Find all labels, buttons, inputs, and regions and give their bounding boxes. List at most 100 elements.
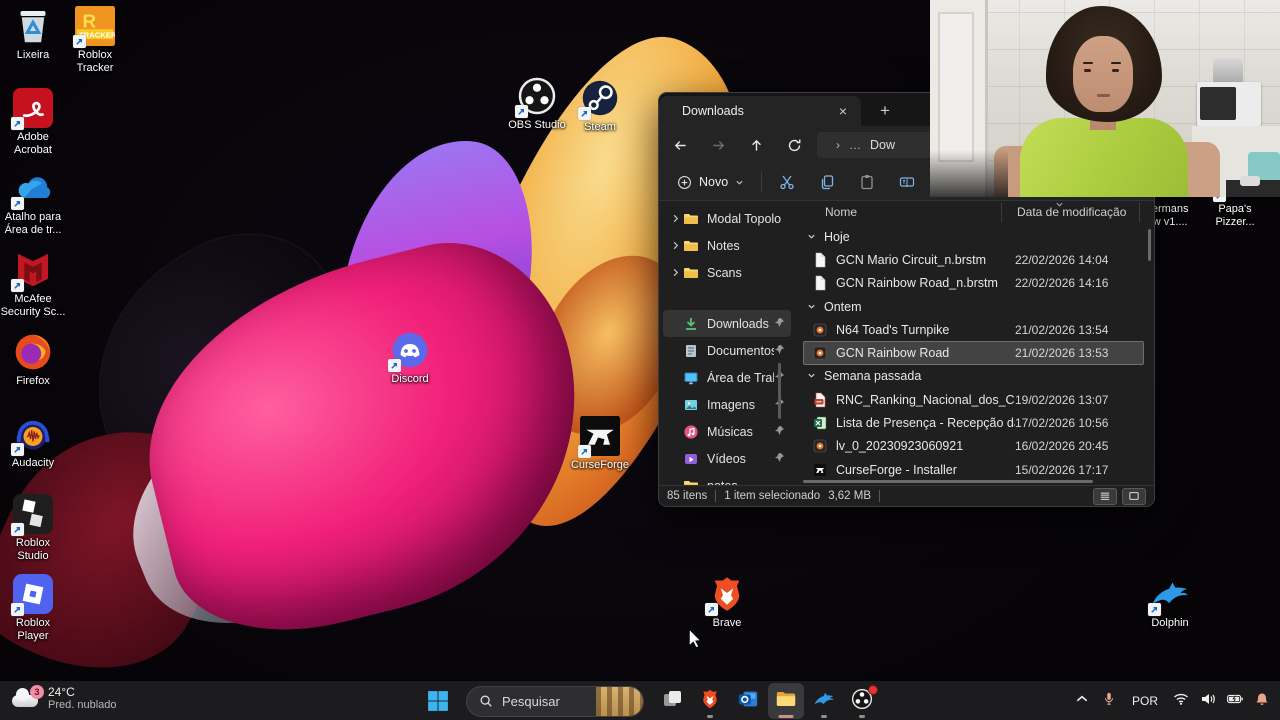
desktop-icon-steam[interactable]: Steam xyxy=(567,78,633,134)
selection-size: 3,62 MB xyxy=(828,490,872,502)
running-indicator xyxy=(707,715,713,718)
taskbar-app-obs-studio[interactable] xyxy=(844,683,880,719)
refresh-button[interactable] xyxy=(781,132,807,158)
sidebar: Modal Topolo Notes Scans Downloads Documento… xyxy=(659,201,795,485)
paste-icon[interactable] xyxy=(853,170,881,194)
tray-volume[interactable] xyxy=(1198,687,1218,715)
desktop-icon-lixeira[interactable]: Lixeira xyxy=(0,6,66,62)
file-name: GCN Mario Circuit_n.brstm xyxy=(836,252,987,267)
sidebar-item-documentos[interactable]: Documentos xyxy=(663,337,791,364)
file-row-lista-de-presen-a-recep-o-da-p-s-att[interactable]: Lista de Presença - Recepção da PÓS (Att… xyxy=(803,411,1144,434)
tray-tray-expand[interactable] xyxy=(1072,687,1092,715)
shortcut-arrow-icon xyxy=(11,197,24,210)
weather-widget[interactable]: 3 24°C Pred. nublado xyxy=(6,684,123,713)
tray-notifications[interactable] xyxy=(1252,687,1272,715)
group-label: Semana passada xyxy=(824,369,922,384)
desktop-icon-adobe-acrobat[interactable]: Adobe Acrobat xyxy=(0,88,66,157)
column-name[interactable]: Nome xyxy=(825,205,857,219)
new-tab-button[interactable]: + xyxy=(873,99,897,123)
sidebar-item-label: Downloads xyxy=(707,316,769,331)
details-view-button[interactable] xyxy=(1093,487,1117,505)
file-row-curseforge-installer[interactable]: CurseForge - Installer 15/02/2026 17:17 xyxy=(803,458,1144,481)
search-box[interactable]: Pesquisar xyxy=(466,685,644,717)
file-row-gcn-rainbow-road[interactable]: GCN Rainbow Road 21/02/2026 13:53 xyxy=(803,341,1144,365)
file-row-gcn-mario-circuit-n-brstm[interactable]: GCN Mario Circuit_n.brstm 22/02/2026 14:0… xyxy=(803,248,1144,271)
breadcrumb-more[interactable]: … xyxy=(849,138,861,152)
new-button[interactable]: Novo xyxy=(667,168,754,196)
file-row-gcn-rainbow-road-n-brstm[interactable]: GCN Rainbow Road_n.brstm 22/02/2026 14:16 xyxy=(803,272,1144,295)
shortcut-arrow-icon xyxy=(73,35,86,48)
tab-downloads[interactable]: Downloads × xyxy=(659,96,861,126)
tray-battery[interactable] xyxy=(1225,687,1245,715)
taskbar-app-task-view[interactable] xyxy=(654,683,690,719)
sidebar-scrollbar[interactable] xyxy=(778,363,781,419)
tray-language[interactable]: POR xyxy=(1126,687,1164,715)
desktop-icon-atalho-para-rea-de-tr[interactable]: Atalho para Área de tr... xyxy=(0,168,66,237)
desktop-icon-audacity[interactable]: Audacity xyxy=(0,414,66,470)
sidebar-item-notes[interactable]: Notes xyxy=(663,232,791,259)
desktop-icon-discord[interactable]: Discord xyxy=(377,330,443,386)
file-row-lv-0-20230923060921[interactable]: lv_0_20230923060921 16/02/2026 20:45 xyxy=(803,435,1144,458)
taskbar-app-dolphin[interactable] xyxy=(806,683,842,719)
icons-view-button[interactable] xyxy=(1122,487,1146,505)
expand-chevron-icon[interactable] xyxy=(667,214,683,223)
tray-microphone[interactable] xyxy=(1099,687,1119,715)
tray-wifi[interactable] xyxy=(1171,687,1191,715)
volume-icon xyxy=(1200,692,1216,711)
file-row-n64-toad-s-turnpike[interactable]: N64 Toad's Turnpike 21/02/2026 13:54 xyxy=(803,318,1144,341)
sidebar-item-m-sicas[interactable]: Músicas xyxy=(663,418,791,445)
taskbar-app-brave[interactable] xyxy=(692,683,728,719)
desktop-icon-roblox-studio[interactable]: Roblox Studio xyxy=(0,494,66,563)
running-indicator xyxy=(778,715,794,718)
desktop-icon-firefox[interactable]: Firefox xyxy=(0,332,66,388)
tab-close-icon[interactable]: × xyxy=(833,103,853,119)
desktop-icon-roblox-tracker[interactable]: R TRACKER Roblox Tracker xyxy=(62,6,128,75)
weather-condition: Pred. nublado xyxy=(48,699,117,711)
group-header-ontem[interactable]: Ontem xyxy=(803,295,1144,318)
taskbar-app-outlook[interactable] xyxy=(730,683,766,719)
desktop-icon-roblox-player[interactable]: Roblox Player xyxy=(0,574,66,643)
column-date[interactable]: Data de modificação xyxy=(1017,205,1126,219)
copy-icon[interactable] xyxy=(813,170,841,194)
taskbar-app-file-explorer[interactable] xyxy=(768,683,804,719)
expand-chevron-icon[interactable] xyxy=(667,268,683,277)
sidebar-item-notes[interactable]: notes xyxy=(663,472,791,485)
sidebar-item-downloads[interactable]: Downloads xyxy=(663,310,791,337)
sidebar-item-scans[interactable]: Scans xyxy=(663,259,791,286)
start-button[interactable] xyxy=(420,683,456,719)
taskbar-apps xyxy=(654,683,880,719)
desktop-icon-brave[interactable]: Brave xyxy=(694,574,760,630)
rename-icon[interactable] xyxy=(893,170,921,194)
file-row-rnc-ranking-nacional-dos-clubes-2026[interactable]: RNC_Ranking_Nacional_dos_Clubes_2026...1… xyxy=(803,388,1144,411)
column-divider[interactable] xyxy=(1001,203,1002,222)
sidebar-item-rea-de-trab[interactable]: Área de Trab xyxy=(663,364,791,391)
file-date: 16/02/2026 20:45 xyxy=(1015,439,1109,454)
up-button[interactable] xyxy=(743,132,769,158)
search-highlight-image[interactable] xyxy=(596,686,643,716)
group-chevron-icon xyxy=(807,369,816,383)
file-list-area: Nome Data de modificação Hoje GCN Mario C… xyxy=(801,201,1154,485)
group-header-hoje[interactable]: Hoje xyxy=(803,225,1144,248)
forward-button[interactable] xyxy=(705,132,731,158)
sidebar-item-modal-topolo[interactable]: Modal Topolo xyxy=(663,205,791,232)
microwave xyxy=(1197,82,1261,126)
sidebar-item-imagens[interactable]: Imagens xyxy=(663,391,791,418)
desktop-icon-obs-studio[interactable]: OBS Studio xyxy=(504,76,570,132)
horizontal-scrollbar[interactable] xyxy=(803,480,1093,483)
notifications-icon xyxy=(1254,692,1270,711)
music-icon xyxy=(683,424,699,440)
document-icon xyxy=(683,343,699,359)
vertical-scrollbar[interactable] xyxy=(1148,229,1151,261)
desktop-icon-mcafee-security-sc[interactable]: McAfee Security Sc... xyxy=(0,250,66,319)
desktop-icon-label: Audacity xyxy=(11,457,55,469)
group-header-semana-passada[interactable]: Semana passada xyxy=(803,365,1144,388)
breadcrumb[interactable]: Dow xyxy=(870,138,895,152)
desktop-icon-dolphin[interactable]: Dolphin xyxy=(1137,574,1203,630)
column-divider[interactable] xyxy=(1139,203,1140,222)
back-button[interactable] xyxy=(667,132,693,158)
desktop-icon-curseforge[interactable]: CurseForge xyxy=(567,416,633,472)
expand-chevron-icon[interactable] xyxy=(667,241,683,250)
file-date: 22/02/2026 14:04 xyxy=(1015,252,1109,267)
sidebar-item-v-deos[interactable]: Vídeos xyxy=(663,445,791,472)
cut-icon[interactable] xyxy=(773,170,801,194)
